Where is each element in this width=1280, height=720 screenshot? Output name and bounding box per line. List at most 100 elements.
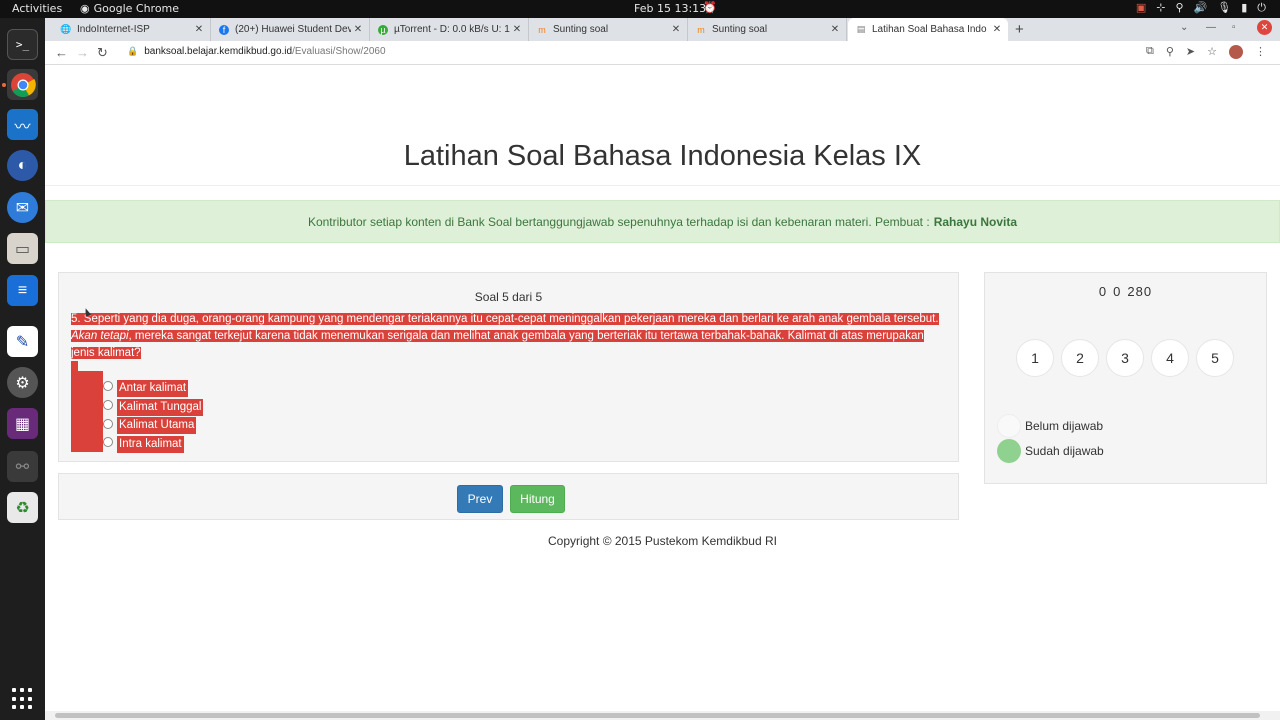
close-icon[interactable]: ✕ — [192, 24, 206, 35]
send-icon[interactable]: ➤ — [1186, 45, 1195, 59]
back-icon[interactable]: ← — [55, 45, 68, 60]
terminal-icon[interactable]: >_ — [7, 29, 38, 60]
system-tray[interactable]: ▣ ⊹ ⚲ 🔊 🎙 ▮ ⏻ — [1136, 1, 1266, 15]
question-number-4[interactable]: 4 — [1151, 339, 1189, 377]
page-title: Latihan Soal Bahasa Indonesia Kelas IX — [403, 140, 922, 172]
tab-utorrent[interactable]: µ µTorrent - D: 0.0 kB/s U: 1 ✕ — [370, 18, 529, 41]
close-icon[interactable]: ✕ — [351, 24, 365, 35]
radio-button[interactable] — [103, 381, 113, 392]
radio-button[interactable] — [103, 400, 113, 411]
tab-title: IndoInternet-ISP — [77, 24, 150, 35]
tab-sunting-soal-1[interactable]: m Sunting soal ✕ — [529, 18, 688, 41]
question-number-1[interactable]: 1 — [1016, 339, 1054, 377]
tab-search-icon[interactable]: ⌄ — [1180, 22, 1188, 33]
profile-avatar[interactable] — [1229, 45, 1243, 59]
close-window-icon[interactable]: ✕ — [1257, 20, 1272, 35]
microphone-icon: 🎙 — [1217, 1, 1232, 14]
question-number-3[interactable]: 3 — [1106, 339, 1144, 377]
option-label: Antar kalimat — [117, 379, 189, 397]
moodle-icon: m — [538, 24, 546, 35]
reload-icon[interactable]: ↻ — [97, 45, 108, 61]
system-monitor-icon[interactable]: 〰 — [7, 109, 38, 140]
hitung-button[interactable]: Hitung — [510, 485, 565, 513]
usb-icon[interactable]: ⚯ — [7, 451, 38, 482]
app-menu[interactable]: ◉ Google Chrome — [80, 2, 179, 15]
bookmark-star-icon[interactable]: ☆ — [1207, 45, 1217, 59]
facebook-icon: f — [219, 24, 229, 35]
question-part-2: , mereka sangat terkejut karena tidak me… — [71, 330, 924, 359]
zoom-icon[interactable]: ⚲ — [1166, 45, 1174, 59]
browser-toolbar: ← → ↻ 🔒 banksoal.belajar.kemdikbud.go.id… — [45, 41, 1280, 65]
legend-label: Belum dijawab — [1025, 418, 1104, 433]
option-b[interactable]: Kalimat Tunggal — [103, 398, 204, 417]
timer-minutes: 0 — [1113, 284, 1122, 299]
power-icon: ⏻ — [1257, 1, 1266, 14]
notice-text: Kontributor setiap konten di Bank Soal b… — [307, 214, 930, 229]
author-name: Rahayu Novita — [933, 214, 1018, 229]
close-icon[interactable]: ✕ — [828, 24, 842, 35]
option-label: Kalimat Tunggal — [117, 398, 204, 416]
tab-latihan-soal[interactable]: ▤ Latihan Soal Bahasa Indo ✕ — [848, 18, 1008, 41]
lock-icon: 🔒 — [127, 46, 139, 56]
tab-strip: 🌐 IndoInternet-ISP ✕ f (20+) Huawei Stud… — [45, 18, 1280, 41]
tab-title: Sunting soal — [712, 24, 768, 35]
question-text: 5. Seperti yang dia duga, orang-orang ka… — [71, 311, 941, 362]
new-tab-icon[interactable]: + — [1015, 21, 1024, 38]
answer-legend: Belum dijawab Sudah dijawab — [997, 413, 1104, 463]
page-content: Latihan Soal Bahasa Indonesia Kelas IX K… — [45, 66, 1280, 711]
settings-icon[interactable]: ⚙ — [7, 367, 38, 398]
eclipse-icon[interactable]: ◐ — [7, 150, 38, 181]
close-icon[interactable]: ✕ — [669, 24, 683, 35]
activities-button[interactable]: Activities — [12, 2, 62, 15]
legend-label: Sudah dijawab — [1025, 443, 1104, 458]
tab-indointernet[interactable]: 🌐 IndoInternet-ISP ✕ — [53, 18, 211, 41]
question-panel: Soal 5 dari 5 5. Seperti yang dia duga, … — [58, 272, 959, 462]
radio-button[interactable] — [103, 418, 113, 429]
url-path: /Evaluasi/Show/2060 — [292, 46, 386, 57]
text-editor-icon[interactable]: ✎ — [7, 326, 38, 357]
system-top-bar: Activities ◉ Google Chrome Feb 15 13:13 ⏰… — [0, 0, 1280, 18]
toolbar-actions: ⧉ ⚲ ➤ ☆ ⋮ — [1146, 45, 1266, 59]
close-icon[interactable]: ✕ — [990, 24, 1004, 35]
question-number-nav: 1 2 3 4 5 — [1016, 339, 1234, 377]
timer: 0 0 280 — [985, 284, 1266, 299]
thunderbird-icon[interactable]: ✉ — [7, 192, 38, 223]
url-host: banksoal.belajar.kemdikbud.go.id — [144, 46, 293, 57]
question-number-2[interactable]: 2 — [1061, 339, 1099, 377]
question-counter: Soal 5 dari 5 — [474, 290, 543, 304]
show-apps-icon[interactable] — [12, 688, 34, 710]
screen-record-icon: ▣ — [1135, 1, 1147, 14]
radio-button[interactable] — [103, 437, 113, 448]
option-c[interactable]: Kalimat Utama — [103, 416, 203, 435]
minimize-icon[interactable]: — — [1206, 22, 1216, 33]
clock[interactable]: Feb 15 13:13 — [634, 2, 706, 15]
forward-icon[interactable]: → — [76, 45, 89, 60]
utorrent-icon: µ — [378, 24, 388, 35]
tab-facebook[interactable]: f (20+) Huawei Student Dev ✕ — [211, 18, 370, 41]
question-number-5[interactable]: 5 — [1196, 339, 1234, 377]
copyright: Copyright © 2015 Pustekom Kemdikbud RI — [548, 534, 777, 548]
question-part-1: 5. Seperti yang dia duga, orang-orang ka… — [71, 313, 939, 325]
tab-title: (20+) Huawei Student Dev — [235, 24, 351, 35]
writer-icon[interactable]: ≡ — [7, 275, 38, 306]
network-icon: ⊹ — [1156, 1, 1166, 14]
unanswered-dot — [997, 413, 1021, 438]
tab-title: µTorrent - D: 0.0 kB/s U: 1 — [394, 24, 510, 35]
contributor-notice: Kontributor setiap konten di Bank Soal b… — [45, 200, 1280, 243]
tab-sunting-soal-2[interactable]: m Sunting soal ✕ — [688, 18, 847, 41]
question-italic: Akan tetapi — [71, 330, 129, 342]
files-icon[interactable]: ▭ — [7, 233, 38, 264]
translate-icon[interactable]: ⧉ — [1146, 45, 1154, 59]
restore-icon[interactable]: ▫ — [1232, 22, 1236, 33]
horizontal-scrollbar[interactable] — [45, 711, 1280, 720]
option-d[interactable]: Intra kalimat — [103, 435, 203, 454]
option-a[interactable]: Antar kalimat — [103, 379, 203, 398]
prev-button[interactable]: Prev — [457, 485, 503, 513]
scrollbar-thumb[interactable] — [55, 713, 1260, 718]
menu-kebab-icon[interactable]: ⋮ — [1255, 45, 1266, 59]
address-bar[interactable]: 🔒 banksoal.belajar.kemdikbud.go.id/Evalu… — [127, 46, 386, 57]
trash-icon[interactable]: ♻ — [7, 492, 38, 523]
chrome-icon[interactable] — [7, 69, 38, 100]
close-icon[interactable]: ✕ — [510, 24, 524, 35]
video-editor-icon[interactable]: ▦ — [7, 408, 38, 439]
